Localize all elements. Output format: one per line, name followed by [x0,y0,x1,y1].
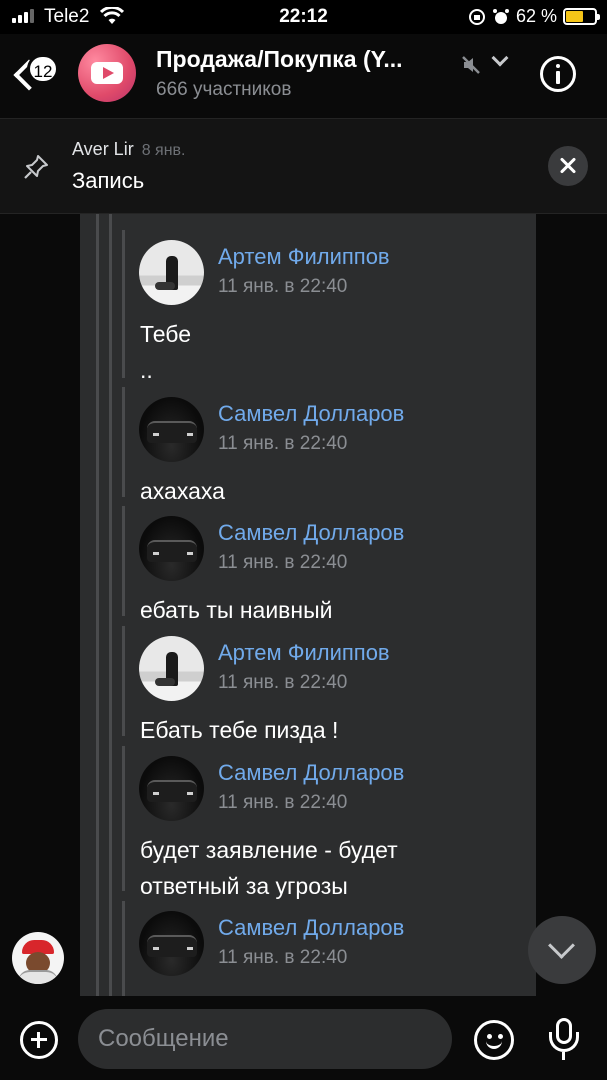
close-pinned-button[interactable] [548,146,588,186]
author-name[interactable]: Самвел Долларов [218,520,404,546]
message-time: 11 янв. в 22:40 [218,276,348,297]
message-text: чао [140,987,178,996]
author-avatar[interactable] [139,636,204,701]
author-avatar[interactable] [139,756,204,821]
chat-title[interactable]: Продажа/Покупка (Y... [156,46,403,73]
message-time: 11 янв. в 22:40 [218,433,348,454]
chevron-down-icon[interactable] [491,49,509,67]
youtube-logo-icon [91,62,123,84]
forward-bar [122,506,125,616]
back-button[interactable]: 12 [13,44,64,104]
forwarded-bubble[interactable]: Артем Филиппов 11 янв. в 22:40 Тебе.. Самве… [80,214,536,996]
pinned-date: 8 янв. [141,142,186,159]
author-name[interactable]: Самвел Долларов [218,760,404,786]
mic-button[interactable] [546,1016,582,1064]
status-right: 62 % [468,6,600,27]
author-avatar[interactable] [139,911,204,976]
author-name[interactable]: Артем Филиппов [218,244,390,270]
forward-bar [122,230,125,378]
author-name[interactable]: Артем Филиппов [218,640,390,666]
attach-button[interactable] [20,1021,58,1059]
pinned-author: Aver Lir [72,139,134,159]
battery-icon [563,8,600,25]
message-time: 11 янв. в 22:40 [218,947,348,968]
author-name[interactable]: Самвел Долларов [218,915,404,941]
author-avatar[interactable] [139,240,204,305]
chat-avatar[interactable] [78,44,136,102]
forward-bar [122,901,125,996]
member-count: 666 участников [156,79,292,100]
composer [0,996,607,1080]
message-line: ахахаха [140,478,225,504]
alarm-icon [492,8,509,24]
message-input[interactable] [78,1009,452,1069]
battery-percent: 62 % [515,6,557,26]
message-text: будет заявление - будет ответный за угроз… [140,832,398,904]
message-line: .. [140,357,153,383]
scroll-down-button[interactable] [528,916,596,984]
message-time: 11 янв. в 22:40 [218,552,348,573]
pinned-message[interactable]: Aver Lir 8 янв. Запись [0,118,607,214]
author-avatar[interactable] [139,397,204,462]
message-list[interactable]: Артем Филиппов 11 янв. в 22:40 Тебе.. Самве… [0,214,607,996]
thread-line [96,214,99,996]
message-time: 11 янв. в 22:40 [218,672,348,693]
status-bar: Tele2 22:12 62 % [0,0,607,34]
message-time: 11 янв. в 22:40 [218,792,348,813]
chat-header: 12 Продажа/Покупка (Y... 666 участников [0,34,607,118]
message-text: Тебе.. [140,316,191,388]
message-line: чао [140,987,178,996]
author-name[interactable]: Самвел Долларов [218,401,404,427]
info-button[interactable] [540,56,576,92]
pinned-text: Запись [72,168,145,193]
message-text: ахахаха [140,473,225,509]
message-text: Ебать тебе пизда ! [140,712,338,748]
author-avatar[interactable] [139,516,204,581]
pin-icon [24,155,48,179]
unread-badge: 12 [27,54,59,84]
orientation-lock-icon [468,8,485,25]
emoji-button[interactable] [474,1020,514,1060]
forward-bar [122,626,125,736]
thread-line [109,214,112,996]
message-line: Тебе [140,321,191,347]
forward-bar [122,387,125,497]
mute-icon [462,56,480,74]
message-line: ответный за угрозы [140,873,348,899]
forward-bar [122,746,125,891]
sender-avatar[interactable] [12,932,64,984]
message-line: Ебать тебе пизда ! [140,717,339,743]
message-text: ебать ты наивный [140,592,332,628]
message-line: будет заявление - будет [140,837,398,863]
message-line: ебать ты наивный [140,597,333,623]
